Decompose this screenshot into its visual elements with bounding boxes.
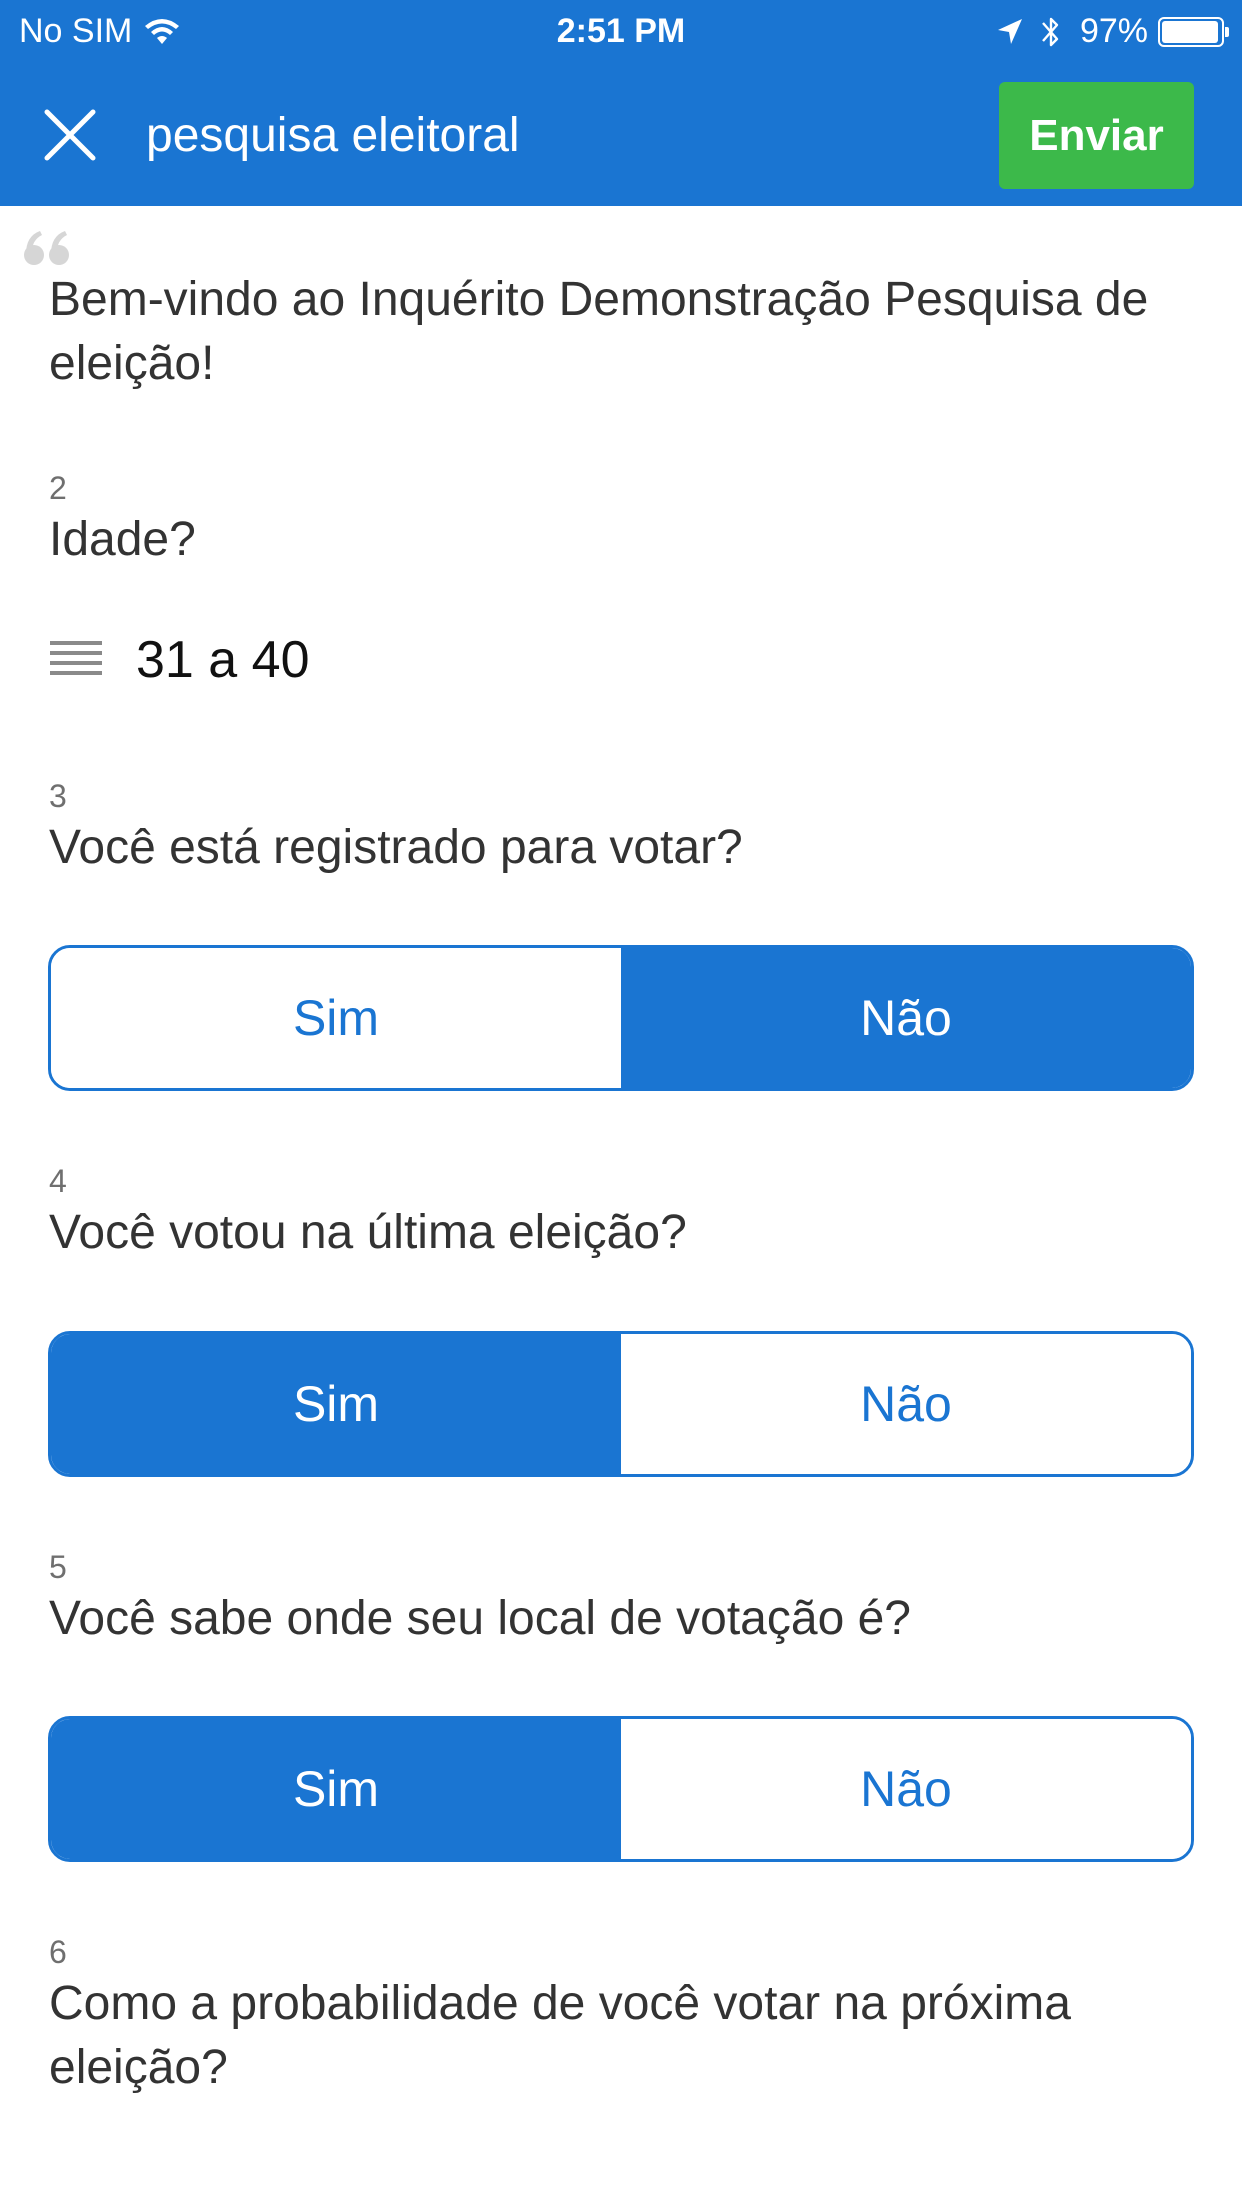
option-nao[interactable]: Não (621, 948, 1191, 1088)
option-sim[interactable]: Sim (51, 1334, 621, 1474)
status-right: 97% (996, 12, 1229, 51)
voted-last-election-toggle: Sim Não (48, 1331, 1194, 1477)
question-text: Como a probabilidade de você votar na pr… (49, 1977, 1071, 2094)
location-arrow-icon (997, 18, 1022, 44)
intro-text: Bem-vindo ao Inquérito Demonstração Pesq… (49, 273, 1149, 390)
nav-bar: pesquisa eleitoral Enviar (0, 62, 1242, 206)
question-number: 3 (49, 778, 67, 814)
option-nao[interactable]: Não (621, 1334, 1191, 1474)
status-bar: No SIM 2:51 PM 97% (0, 0, 1242, 62)
question-text: Você sabe onde seu local de votação é? (49, 1592, 911, 1645)
question-number: 5 (49, 1549, 67, 1585)
option-sim[interactable]: Sim (51, 1719, 621, 1859)
option-nao[interactable]: Não (621, 1719, 1191, 1859)
question-text: Idade? (49, 513, 196, 566)
question-text: Você está registrado para votar? (49, 821, 743, 874)
battery-percent: 97% (1079, 12, 1148, 50)
app-header: No SIM 2:51 PM 97% pesquisa eleitoral En… (0, 0, 1242, 206)
age-selected-value: 31 a 40 (136, 631, 310, 689)
survey-title: pesquisa eleitoral (146, 109, 520, 162)
question-text: Você votou na última eleição? (49, 1206, 687, 1259)
knows-polling-place-toggle: Sim Não (48, 1716, 1194, 1862)
age-select[interactable]: 31 a 40 (48, 630, 310, 690)
registered-toggle: Sim Não (48, 945, 1194, 1091)
bluetooth-icon (1042, 17, 1059, 46)
question-number: 6 (49, 1934, 67, 1970)
question-number: 4 (49, 1163, 67, 1199)
question-number: 2 (49, 470, 67, 506)
battery-icon (1158, 16, 1229, 47)
list-icon (50, 641, 102, 675)
battery-level-fill (1162, 20, 1219, 43)
option-sim[interactable]: Sim (51, 948, 621, 1088)
close-icon[interactable] (38, 106, 104, 166)
quote-icon (24, 231, 69, 265)
send-button[interactable]: Enviar (999, 82, 1194, 189)
